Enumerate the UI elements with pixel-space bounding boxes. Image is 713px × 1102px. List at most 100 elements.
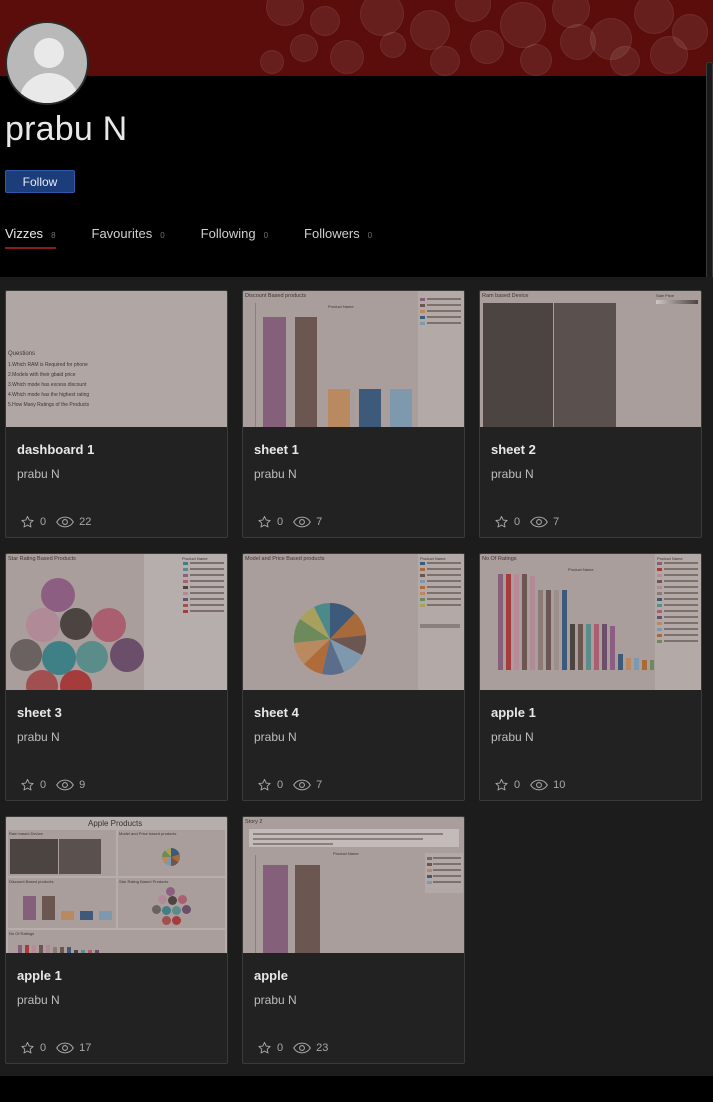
eye-icon bbox=[530, 779, 549, 791]
viz-stats: 0 9 bbox=[20, 778, 95, 792]
legend-title: Sale Price bbox=[656, 293, 675, 298]
viz-card-sheet-4[interactable]: Model and Price Based products Product N… bbox=[242, 553, 465, 801]
tab-count: 0 bbox=[160, 231, 165, 240]
viz-card-sheet-2[interactable]: Ram based Device Sale Price sheet 2 prab… bbox=[479, 290, 702, 538]
viz-title[interactable]: sheet 4 bbox=[254, 705, 299, 720]
viz-title[interactable]: sheet 2 bbox=[491, 442, 536, 457]
viz-title[interactable]: apple bbox=[254, 968, 288, 983]
panel-title: Star Rating Based Products bbox=[119, 879, 169, 884]
viz-title[interactable]: dashboard 1 bbox=[17, 442, 94, 457]
favorite-count: 0 bbox=[277, 1042, 284, 1054]
viz-card-apple[interactable]: Story 2 Product Name apple prabu N 0 23 bbox=[242, 816, 465, 1064]
eye-icon bbox=[56, 516, 75, 528]
views-count: 22 bbox=[79, 516, 92, 528]
views-count: 7 bbox=[316, 779, 323, 791]
avatar-body bbox=[19, 73, 79, 103]
favorite-stat[interactable]: 0 bbox=[257, 778, 283, 792]
viz-thumbnail[interactable]: Model and Price Based products Product N… bbox=[243, 554, 464, 690]
thumb-heading: Ram based Device bbox=[482, 293, 529, 299]
viz-stats: 0 7 bbox=[257, 515, 332, 529]
tab-favourites[interactable]: Favourites 0 bbox=[92, 226, 165, 249]
scrollbar[interactable] bbox=[706, 62, 713, 298]
tab-following[interactable]: Following 0 bbox=[201, 226, 268, 249]
favorite-count: 0 bbox=[40, 1042, 47, 1054]
star-icon bbox=[21, 1041, 34, 1054]
viz-author[interactable]: prabu N bbox=[491, 467, 534, 481]
viz-card-dashboard-1[interactable]: Questions 1.Which RAM is Required for ph… bbox=[5, 290, 228, 538]
viz-stats: 0 17 bbox=[20, 1041, 101, 1055]
favorite-stat[interactable]: 0 bbox=[494, 515, 520, 529]
eye-icon bbox=[530, 516, 549, 528]
views-count: 9 bbox=[79, 779, 86, 791]
tab-followers[interactable]: Followers 0 bbox=[304, 226, 372, 249]
favorite-stat[interactable]: 0 bbox=[20, 1041, 46, 1055]
favorite-count: 0 bbox=[40, 516, 47, 528]
favorite-stat[interactable]: 0 bbox=[257, 515, 283, 529]
viz-stats: 0 22 bbox=[20, 515, 101, 529]
views-count: 7 bbox=[553, 516, 560, 528]
views-count: 23 bbox=[316, 1042, 329, 1054]
tab-label: Followers bbox=[304, 226, 360, 241]
viz-title[interactable]: sheet 1 bbox=[254, 442, 299, 457]
profile-page: prabu N Follow Vizzes 8 Favourites 0 Fol… bbox=[0, 0, 713, 1102]
star-icon bbox=[495, 778, 508, 791]
viz-author[interactable]: prabu N bbox=[254, 730, 297, 744]
viz-thumbnail[interactable]: Apple Products Ram based Device Model an… bbox=[6, 817, 227, 953]
favorite-count: 0 bbox=[514, 516, 521, 528]
panel-title: Ram based Device bbox=[9, 831, 43, 836]
viz-stats: 0 7 bbox=[257, 778, 332, 792]
viz-card-apple-1[interactable]: No Of Ratings Product Name Product Name … bbox=[479, 553, 702, 801]
follow-button[interactable]: Follow bbox=[5, 170, 75, 193]
favorite-stat[interactable]: 0 bbox=[494, 778, 520, 792]
viz-author[interactable]: prabu N bbox=[17, 467, 60, 481]
tab-count: 0 bbox=[263, 231, 269, 240]
viz-thumbnail[interactable]: Story 2 Product Name bbox=[243, 817, 464, 953]
views-stat: 9 bbox=[56, 779, 85, 791]
viz-title[interactable]: apple 1 bbox=[17, 968, 62, 983]
viz-card-apple-1-dashboard[interactable]: Apple Products Ram based Device Model an… bbox=[5, 816, 228, 1064]
star-icon bbox=[21, 515, 34, 528]
tab-vizzes[interactable]: Vizzes 8 bbox=[5, 226, 56, 249]
viz-stats: 0 10 bbox=[494, 778, 575, 792]
views-stat: 7 bbox=[293, 779, 322, 791]
eye-icon bbox=[293, 516, 312, 528]
avatar[interactable] bbox=[5, 21, 89, 105]
viz-thumbnail[interactable]: Discount Based products Product Name bbox=[243, 291, 464, 427]
star-icon bbox=[495, 515, 508, 528]
thumb-subheading: Product Name bbox=[333, 851, 359, 856]
views-count: 7 bbox=[316, 516, 323, 528]
viz-author[interactable]: prabu N bbox=[17, 993, 60, 1007]
viz-title[interactable]: sheet 3 bbox=[17, 705, 62, 720]
viz-author[interactable]: prabu N bbox=[254, 993, 297, 1007]
views-stat: 23 bbox=[293, 1042, 328, 1054]
tab-label: Vizzes bbox=[5, 226, 44, 241]
favorite-stat[interactable]: 0 bbox=[257, 1041, 283, 1055]
favorite-count: 0 bbox=[277, 779, 284, 791]
thumb-line: 5.How Many Ratings of the Products bbox=[8, 402, 90, 408]
viz-thumbnail[interactable]: Ram based Device Sale Price bbox=[480, 291, 701, 427]
viz-card-sheet-3[interactable]: Star Rating Based Products Product Name bbox=[5, 553, 228, 801]
viz-card-sheet-1[interactable]: Discount Based products Product Name she… bbox=[242, 290, 465, 538]
viz-author[interactable]: prabu N bbox=[491, 730, 534, 744]
thumb-line: 2.Models with their gbaid price bbox=[8, 372, 76, 378]
tab-label: Following bbox=[200, 226, 256, 241]
viz-thumbnail[interactable]: Questions 1.Which RAM is Required for ph… bbox=[6, 291, 227, 427]
thumb-heading: No Of Ratings bbox=[482, 556, 517, 562]
thumb-line: 3.Which mode has excess discount bbox=[8, 382, 87, 388]
thumb-line: 4.Which mode has the highest rating bbox=[8, 392, 90, 398]
eye-icon bbox=[56, 1042, 75, 1054]
viz-thumbnail[interactable]: Star Rating Based Products Product Name bbox=[6, 554, 227, 690]
thumb-heading: Questions bbox=[8, 351, 36, 357]
favorite-stat[interactable]: 0 bbox=[20, 515, 46, 529]
thumb-line: 1.Which RAM is Required for phone bbox=[8, 362, 88, 368]
favorite-stat[interactable]: 0 bbox=[20, 778, 46, 792]
viz-thumbnail[interactable]: No Of Ratings Product Name Product Name bbox=[480, 554, 701, 690]
viz-author[interactable]: prabu N bbox=[17, 730, 60, 744]
thumb-subheading: Product Name bbox=[328, 304, 354, 309]
viz-author[interactable]: prabu N bbox=[254, 467, 297, 481]
viz-title[interactable]: apple 1 bbox=[491, 705, 536, 720]
tab-count: 8 bbox=[51, 231, 56, 240]
star-icon bbox=[258, 1041, 271, 1054]
thumb-heading: Discount Based products bbox=[245, 293, 307, 299]
avatar-head bbox=[34, 38, 64, 68]
